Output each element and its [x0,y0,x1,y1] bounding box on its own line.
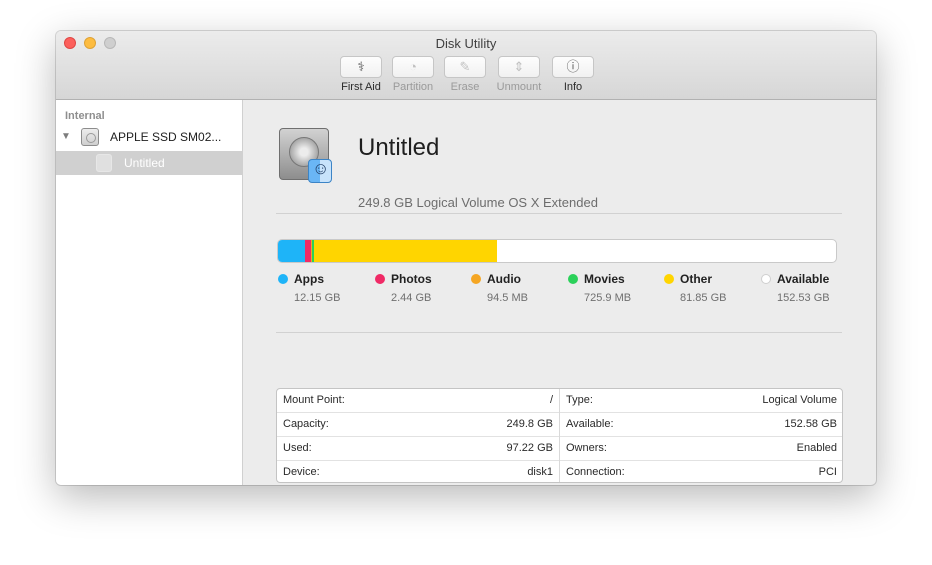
legend-name: Apps [294,272,324,286]
finder-icon [308,159,332,183]
volume-description: 249.8 GB Logical Volume OS X Extended [358,195,598,210]
legend-name: Available [777,272,830,286]
info-row: Mount Point: / [277,389,559,413]
erase-icon[interactable]: ✎ [444,56,486,78]
legend-size: 2.44 GB [391,292,432,304]
info-value: / [549,394,553,406]
sidebar-volume-label: Untitled [124,156,165,170]
info-value: 97.22 GB [506,442,553,454]
legend-size: 725.9 MB [584,292,632,304]
legend-dot [375,274,385,284]
disk-utility-window: Disk Utility ⚕ First Aid ◔ Partition ✎ E… [56,31,876,485]
sidebar-section-internal: Internal [65,110,105,122]
info-row: Device: disk1 [277,461,559,482]
info-row: Capacity: 249.8 GB [277,413,559,437]
usage-segment-other [313,240,497,262]
usage-segment-apps [278,240,306,262]
legend-name: Other [680,272,713,286]
volume-name: Untitled [358,134,440,161]
legend-size: 81.85 GB [680,292,727,304]
info-row: Type: Logical Volume [560,389,842,413]
legend-size: 12.15 GB [294,292,341,304]
info-tool[interactable]: ⓘ Info [551,56,595,93]
legend-dot [664,274,674,284]
divider [276,332,842,333]
volume-icon [96,154,112,172]
info-value: Enabled [796,442,837,454]
legend-size: 94.5 MB [487,292,528,304]
first-aid-tool[interactable]: ⚕ First Aid [339,56,383,93]
info-icon[interactable]: ⓘ [552,56,594,78]
info-table: Mount Point: / Capacity: 249.8 GB Used: 97.22… [276,388,843,483]
info-label: Info [563,81,583,93]
main-panel: Untitled 249.8 GB Logical Volume OS X Ex… [243,100,876,485]
info-label: Device: [283,466,320,478]
legend-size: 152.53 GB [777,292,830,304]
sidebar-disk-label: APPLE SSD SM02... [110,130,222,144]
info-value: Logical Volume [762,394,837,406]
info-label: Available: [566,418,614,430]
info-value: PCI [818,466,837,478]
info-label: Used: [283,442,312,454]
info-column-left: Mount Point: / Capacity: 249.8 GB Used: 97.22… [277,389,560,482]
partition-icon[interactable]: ◔ [392,56,434,78]
info-label: Connection: [566,466,625,478]
unmount-icon[interactable]: ⇕ [498,56,540,78]
info-value: disk1 [527,466,553,478]
stethoscope-icon[interactable]: ⚕ [340,56,382,78]
window-title: Disk Utility [435,36,497,51]
sidebar-item-volume[interactable]: Untitled [56,151,243,175]
legend-name: Photos [391,272,432,286]
disclosure-triangle-icon[interactable]: ▼ [61,131,71,142]
erase-tool[interactable]: ✎ Erase [443,56,487,93]
info-label: Type: [566,394,593,406]
sidebar-item-disk[interactable]: ▼ APPLE SSD SM02... [56,127,243,149]
legend-name: Movies [584,272,625,286]
legend-dot [761,274,771,284]
legend-dot [568,274,578,284]
info-row: Owners: Enabled [560,437,842,461]
legend-dot [278,274,288,284]
info-label: Owners: [566,442,607,454]
info-value: 249.8 GB [506,418,553,430]
title-bar: Disk Utility ⚕ First Aid ◔ Partition ✎ E… [56,31,876,100]
hard-drive-icon [81,128,99,146]
info-label: Capacity: [283,418,329,430]
partition-tool[interactable]: ◔ Partition [391,56,435,93]
divider [276,213,842,214]
info-label: Mount Point: [283,394,345,406]
info-value: 152.58 GB [784,418,837,430]
info-column-right: Type: Logical Volume Available: 152.58 GB Ow… [560,389,842,482]
unmount-tool[interactable]: ⇕ Unmount [497,56,541,93]
info-row: Available: 152.58 GB [560,413,842,437]
legend-dot [471,274,481,284]
sidebar: Internal ▼ APPLE SSD SM02... Untitled [56,100,243,485]
info-row: Connection: PCI [560,461,842,482]
storage-usage-bar [277,239,837,263]
legend-name: Audio [487,272,521,286]
info-row: Used: 97.22 GB [277,437,559,461]
volume-large-icon [279,126,335,184]
